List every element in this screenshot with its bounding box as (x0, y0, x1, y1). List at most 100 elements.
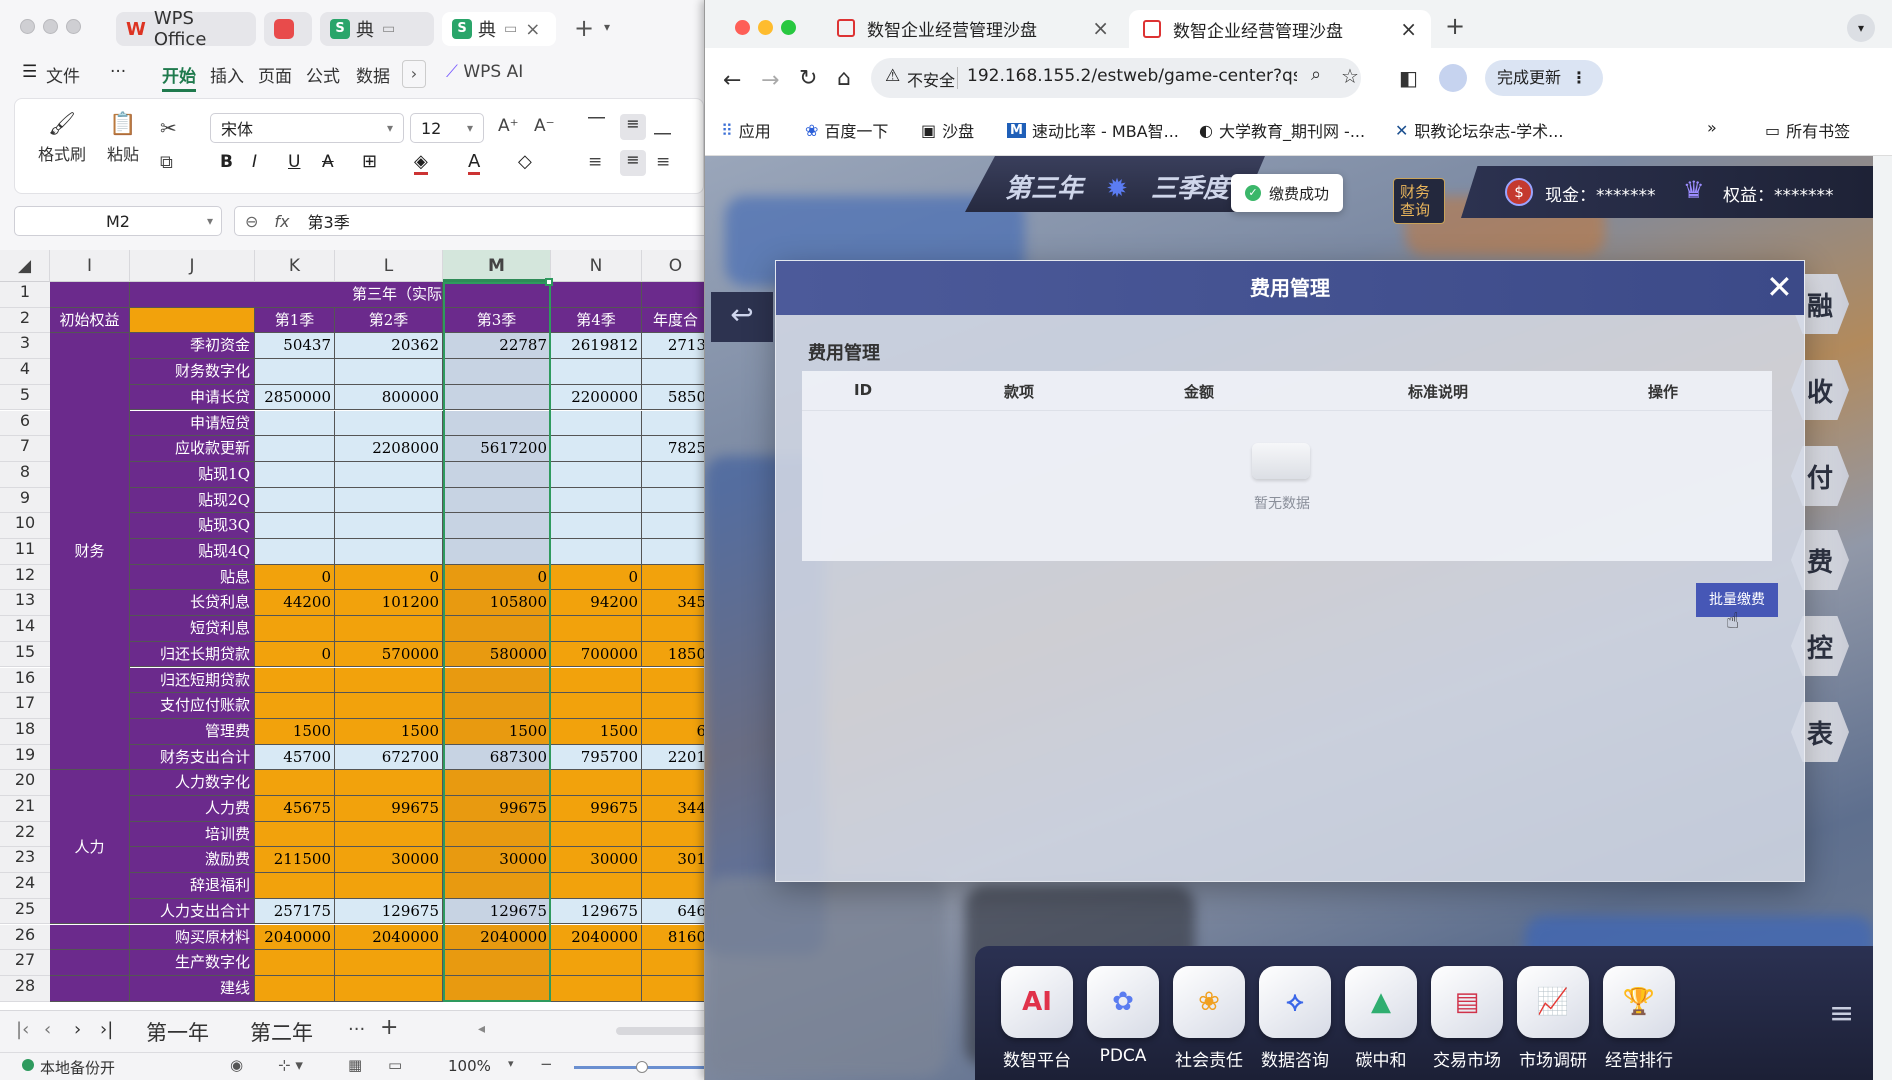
cell-k20[interactable] (255, 770, 335, 796)
hr-group-label[interactable]: 人力 (50, 770, 130, 925)
align-middle-icon[interactable]: ≡ (620, 114, 646, 140)
cell-l26[interactable]: 2040000 (335, 924, 443, 951)
row-header[interactable]: 20 (0, 770, 50, 796)
browser-tab-2-active[interactable]: 数智企业经营管理沙盘 × (1129, 10, 1431, 48)
cell-l25[interactable]: 129675 (335, 898, 443, 925)
dock-social-responsibility[interactable]: ❀ 社会责任 (1171, 966, 1247, 1071)
row-header[interactable]: 16 (0, 667, 50, 694)
strikethrough-icon[interactable]: A (322, 152, 334, 172)
align-top-icon[interactable]: ⎺ (588, 116, 605, 136)
cell-o3[interactable]: 2713 (642, 333, 710, 360)
underline-icon[interactable]: U (288, 152, 300, 172)
cell-l12[interactable]: 0 (335, 564, 443, 591)
back-icon[interactable]: ← (723, 68, 741, 93)
security-label[interactable]: 不安全 (907, 67, 955, 91)
name-box[interactable]: M2 ▾ (14, 206, 222, 236)
sheet-title-cell[interactable]: 第三年（实际 (130, 282, 443, 308)
cell-o24[interactable] (642, 873, 710, 899)
cell-l23[interactable]: 30000 (335, 847, 443, 874)
normal-view-icon[interactable]: ▦ (348, 1056, 362, 1074)
forward-icon[interactable]: → (761, 68, 779, 93)
reload-icon[interactable]: ↻ (799, 66, 817, 91)
cell-j5[interactable]: 申请长贷 (130, 384, 255, 411)
zoom-level[interactable]: 100% (448, 1057, 491, 1075)
row-header[interactable]: 19 (0, 744, 50, 771)
decrease-font-icon[interactable]: A⁻ (534, 116, 555, 136)
cell-l21[interactable]: 99675 (335, 796, 443, 822)
dock-pdca[interactable]: ✿ PDCA (1085, 966, 1161, 1066)
row-header[interactable]: 25 (0, 898, 50, 925)
cell-n19[interactable]: 795700 (551, 744, 642, 771)
paste-button[interactable]: 📋 粘贴 (98, 112, 148, 165)
cell-k7[interactable] (255, 436, 335, 462)
star-icon[interactable]: ☆ (1341, 64, 1359, 88)
cell-o23[interactable]: 301 (642, 847, 710, 874)
row-header[interactable]: 23 (0, 847, 50, 874)
next-sheet-icon[interactable]: › (74, 1019, 81, 1040)
cell-m5[interactable] (443, 384, 551, 411)
align-left-icon[interactable]: ≡ (588, 152, 602, 172)
row-header[interactable]: 10 (0, 513, 50, 539)
bookmark-sandbox[interactable]: ▣ 沙盘 (921, 118, 974, 142)
cell-k16[interactable] (255, 667, 335, 694)
border-icon[interactable]: ⊞ (362, 151, 377, 172)
more-sheets-icon[interactable]: ··· (348, 1019, 365, 1040)
cell-o11[interactable] (642, 539, 710, 565)
menu-formula[interactable]: 公式 (306, 62, 340, 87)
all-bookmarks[interactable]: ▭ 所有书签 (1765, 118, 1850, 142)
cell-k17[interactable] (255, 693, 335, 719)
profile-avatar-icon[interactable] (1439, 64, 1467, 92)
cell-n15[interactable]: 700000 (551, 641, 642, 668)
cell-m11[interactable] (443, 539, 551, 565)
cell-i28[interactable] (50, 975, 130, 1002)
cell-m3[interactable]: 22787 (443, 333, 551, 360)
row-header[interactable]: 7 (0, 436, 50, 462)
cell-l6[interactable] (335, 410, 443, 437)
cell-j20[interactable]: 人力数字化 (130, 770, 255, 796)
formula-bar[interactable]: ⊖ fx 第3季 (234, 206, 710, 236)
cell-m16[interactable] (443, 667, 551, 694)
row-header[interactable]: 12 (0, 564, 50, 591)
cell-m4[interactable] (443, 359, 551, 385)
row-header[interactable]: 3 (0, 333, 50, 360)
col-header-i[interactable]: I (50, 250, 130, 282)
cell-j25[interactable]: 人力支出合计 (130, 898, 255, 925)
cell-k24[interactable] (255, 873, 335, 899)
selection-handle[interactable] (545, 278, 553, 286)
align-bottom-icon[interactable]: ⎽ (654, 116, 671, 136)
wps-ai-button[interactable]: ⟋ WPS AI (446, 62, 523, 82)
format-painter-button[interactable]: 🖌 格式刷 (34, 112, 90, 165)
cell-k13[interactable]: 44200 (255, 590, 335, 617)
cell-j21[interactable]: 人力费 (130, 796, 255, 822)
close-tab-icon[interactable]: × (1092, 16, 1109, 40)
cell-k3[interactable]: 50437 (255, 333, 335, 360)
cell-j4[interactable]: 财务数字化 (130, 359, 255, 385)
cell-n9[interactable] (551, 487, 642, 514)
col-header-k[interactable]: K (255, 250, 335, 282)
cell-j14[interactable]: 短贷利息 (130, 616, 255, 642)
cell-n16[interactable] (551, 667, 642, 694)
close-tab-icon[interactable]: × (1400, 17, 1417, 41)
window-minimize-button[interactable] (43, 19, 58, 34)
cell-k25[interactable]: 257175 (255, 898, 335, 925)
menu-data[interactable]: 数据 (356, 62, 390, 87)
row-header[interactable]: 15 (0, 641, 50, 668)
cell-j6[interactable]: 申请短贷 (130, 410, 255, 437)
row-header[interactable]: 1 (0, 282, 50, 308)
cell-o15[interactable]: 1850 (642, 641, 710, 668)
row-header[interactable]: 18 (0, 718, 50, 745)
col-header-n[interactable]: N (551, 250, 642, 282)
last-sheet-icon[interactable]: ›| (100, 1019, 113, 1040)
cell-k18[interactable]: 1500 (255, 718, 335, 745)
grid-view-icon[interactable]: ⊹ ▾ (278, 1056, 303, 1074)
cell-j27[interactable]: 生产数字化 (130, 950, 255, 976)
cell-k15[interactable]: 0 (255, 641, 335, 668)
bookmark-edu[interactable]: ◐ 大学教育_期刊网 -... (1199, 118, 1365, 142)
finance-query-button[interactable]: 财务查询 (1393, 178, 1445, 224)
home-icon[interactable]: ⌂ (837, 66, 851, 91)
italic-icon[interactable]: I (252, 152, 257, 172)
increase-font-icon[interactable]: A⁺ (498, 116, 519, 136)
cell-j16[interactable]: 归还短期贷款 (130, 667, 255, 694)
row-header[interactable]: 11 (0, 539, 50, 565)
cell-o21[interactable]: 344 (642, 796, 710, 822)
